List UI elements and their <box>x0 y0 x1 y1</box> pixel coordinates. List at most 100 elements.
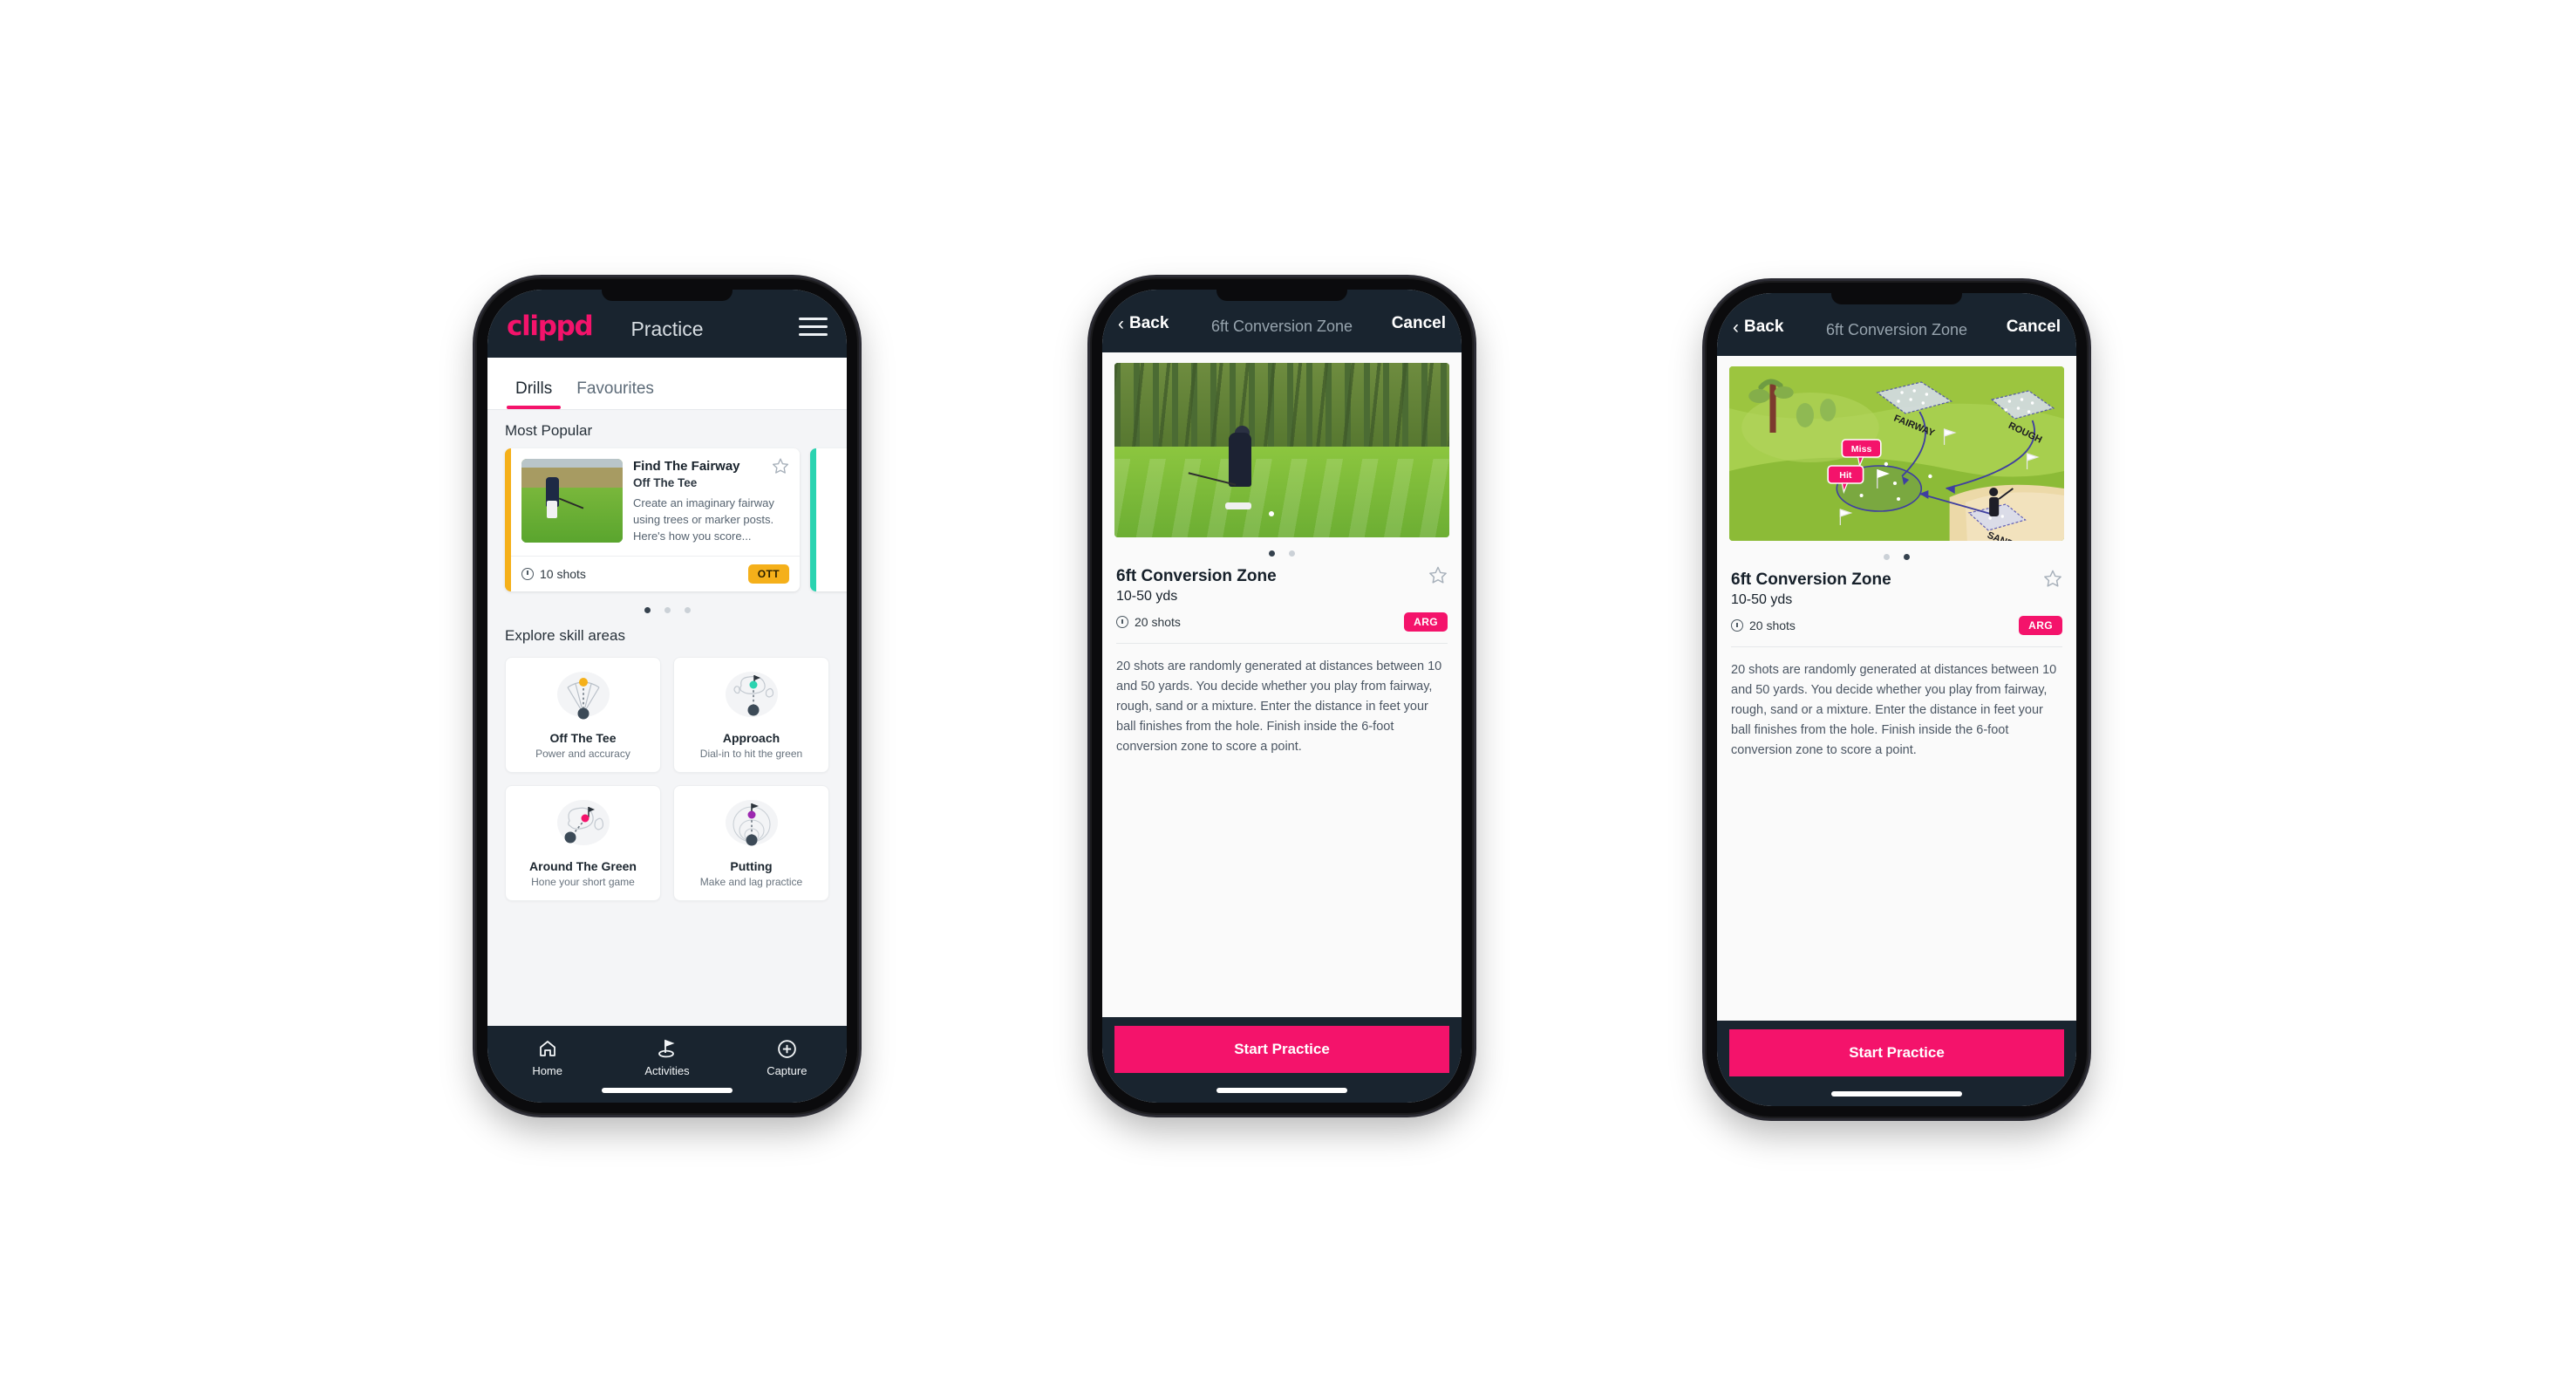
tab-drills[interactable]: Drills <box>503 379 564 409</box>
clock-icon <box>1731 619 1743 632</box>
favourite-star-icon[interactable] <box>772 457 789 475</box>
home-indicator <box>602 1088 733 1093</box>
media-carousel-dots[interactable] <box>1717 541 2076 567</box>
golfer-chipping-photo <box>1114 363 1449 537</box>
carousel-dot-1[interactable] <box>644 606 651 613</box>
drill-card-footer: 10 shots OTT <box>511 555 800 591</box>
cancel-button[interactable]: Cancel <box>2007 318 2061 337</box>
start-practice-button[interactable]: Start Practice <box>1729 1029 2064 1076</box>
nav-label: Capture <box>767 1064 808 1077</box>
detail-body: 6ft Conversion Zone 10-50 yds 20 shots A… <box>1102 352 1462 1017</box>
clock-icon <box>1116 616 1128 628</box>
putting-rings-icon <box>720 798 783 852</box>
drill-shots-count: 20 shots <box>1135 615 1181 629</box>
drill-distance: 10-50 yds <box>1731 592 1793 607</box>
hero-media[interactable] <box>1114 363 1449 537</box>
drill-shots-count: 20 shots <box>1749 618 1796 632</box>
approach-green-icon <box>720 670 783 724</box>
media-dot-1[interactable] <box>1884 554 1890 560</box>
tab-favourites[interactable]: Favourites <box>564 379 666 409</box>
skill-card-title: Around The Green <box>529 858 637 873</box>
drill-shots-count: 10 shots <box>540 566 586 581</box>
svg-text:Miss: Miss <box>1851 444 1872 454</box>
media-dot-1[interactable] <box>1269 550 1275 557</box>
around-green-icon <box>552 798 615 852</box>
skill-card-desc: Dial-in to hit the green <box>699 747 803 760</box>
drill-description: 20 shots are randomly generated at dista… <box>1731 663 2057 757</box>
skill-card-around-the-green[interactable]: Around The Green Hone your short game <box>505 784 661 901</box>
practice-content: Most Popular Find The Fairway Off The Te… <box>487 410 847 1026</box>
favourite-star-icon[interactable] <box>2043 569 2062 591</box>
cancel-button[interactable]: Cancel <box>1392 314 1446 333</box>
favourite-star-icon[interactable] <box>1428 565 1448 588</box>
media-dot-2[interactable] <box>1904 554 1910 560</box>
drill-card-top: Find The Fairway Off The Tee Create an i… <box>511 448 800 556</box>
carousel-dots[interactable] <box>487 591 847 627</box>
drill-distance: 10-50 yds <box>1116 589 1178 604</box>
drill-description: 20 shots are randomly generated at dista… <box>1116 659 1442 754</box>
carousel-dot-2[interactable] <box>664 606 671 613</box>
section-most-popular-title: Most Popular <box>505 422 593 439</box>
phone-mockup-drill-detail-photo: ‹ Back 6ft Conversion Zone Cancel 6ft Co… <box>1090 277 1474 1115</box>
back-button[interactable]: ‹ Back <box>1733 318 1783 337</box>
clippd-logo[interactable]: clippd <box>507 311 594 342</box>
golf-flag-icon <box>607 1037 726 1060</box>
home-indicator <box>1216 1088 1347 1093</box>
plus-circle-icon <box>727 1037 847 1060</box>
device-notch <box>1831 293 1962 304</box>
screenshot-canvas: clippd Practice Drills Favourites Most P… <box>0 0 2576 1387</box>
phone1-screen: clippd Practice Drills Favourites Most P… <box>487 290 847 1103</box>
nav-label: Home <box>532 1064 562 1077</box>
drill-card[interactable]: Find The Fairway Off The Tee Create an i… <box>505 448 800 591</box>
skill-card-title: Off The Tee <box>549 730 617 745</box>
drill-card-next-peek[interactable] <box>810 448 847 591</box>
section-explore-title: Explore skill areas <box>505 626 625 644</box>
back-button[interactable]: ‹ Back <box>1118 314 1169 333</box>
svg-text:Hit: Hit <box>1839 470 1852 481</box>
media-dot-2[interactable] <box>1289 550 1295 557</box>
skill-areas-grid: Off The Tee Power and accuracy Approach … <box>487 653 847 901</box>
drill-meta: 20 shots ARG <box>1116 612 1448 632</box>
phone2-screen: ‹ Back 6ft Conversion Zone Cancel 6ft Co… <box>1102 290 1462 1103</box>
back-label: Back <box>1744 318 1784 336</box>
clock-icon <box>521 567 534 580</box>
drill-title: Find The Fairway <box>633 459 740 474</box>
hero-media[interactable]: FAIRWAY ROUGH SAND Miss Hit <box>1729 366 2064 541</box>
home-icon <box>487 1037 607 1060</box>
tee-fan-icon <box>552 670 615 724</box>
tab-bar: Drills Favourites <box>487 358 847 410</box>
drill-skill-chip: OTT <box>747 564 789 584</box>
phone-mockup-drill-detail-diagram: ‹ Back 6ft Conversion Zone Cancel FAIRWA… <box>1705 281 2089 1118</box>
phone-mockup-practice-list: clippd Practice Drills Favourites Most P… <box>475 277 859 1115</box>
skill-card-desc: Power and accuracy <box>535 747 630 760</box>
detail-header: 6ft Conversion Zone 10-50 yds 20 shots A… <box>1102 564 1462 632</box>
carousel-dot-3[interactable] <box>684 606 691 613</box>
drill-title: 6ft Conversion Zone <box>1116 567 1277 585</box>
media-carousel-dots[interactable] <box>1102 537 1462 564</box>
drill-skill-chip: ARG <box>1404 612 1448 632</box>
device-notch <box>602 290 733 301</box>
drill-title: 6ft Conversion Zone <box>1731 571 1891 589</box>
nav-item-activities[interactable]: Activities <box>607 1037 726 1077</box>
skill-card-off-the-tee[interactable]: Off The Tee Power and accuracy <box>505 656 661 773</box>
nav-item-capture[interactable]: Capture <box>727 1037 847 1077</box>
hamburger-menu-icon[interactable] <box>799 317 828 336</box>
golf-course-diagram: FAIRWAY ROUGH SAND Miss Hit <box>1729 366 2064 541</box>
drill-skill-chip: ARG <box>2019 616 2062 635</box>
nav-item-home[interactable]: Home <box>487 1037 607 1077</box>
most-popular-carousel[interactable]: Find The Fairway Off The Tee Create an i… <box>487 448 847 591</box>
device-notch <box>1216 290 1347 301</box>
drill-meta: 20 shots ARG <box>1731 616 2062 635</box>
skill-card-title: Approach <box>722 730 780 745</box>
skill-card-putting[interactable]: Putting Make and lag practice <box>673 784 829 901</box>
drill-category: Off The Tee <box>633 476 698 489</box>
skill-card-title: Putting <box>730 858 773 873</box>
drill-thumbnail <box>521 459 623 543</box>
nav-label: Activities <box>644 1064 690 1077</box>
skill-card-desc: Make and lag practice <box>699 875 803 888</box>
chevron-left-icon: ‹ <box>1118 313 1124 334</box>
skill-card-approach[interactable]: Approach Dial-in to hit the green <box>673 656 829 773</box>
drill-card-info: Find The Fairway Off The Tee Create an i… <box>633 457 789 545</box>
start-practice-button[interactable]: Start Practice <box>1114 1026 1449 1073</box>
drill-description: Create an imaginary fairway using trees … <box>633 496 774 543</box>
